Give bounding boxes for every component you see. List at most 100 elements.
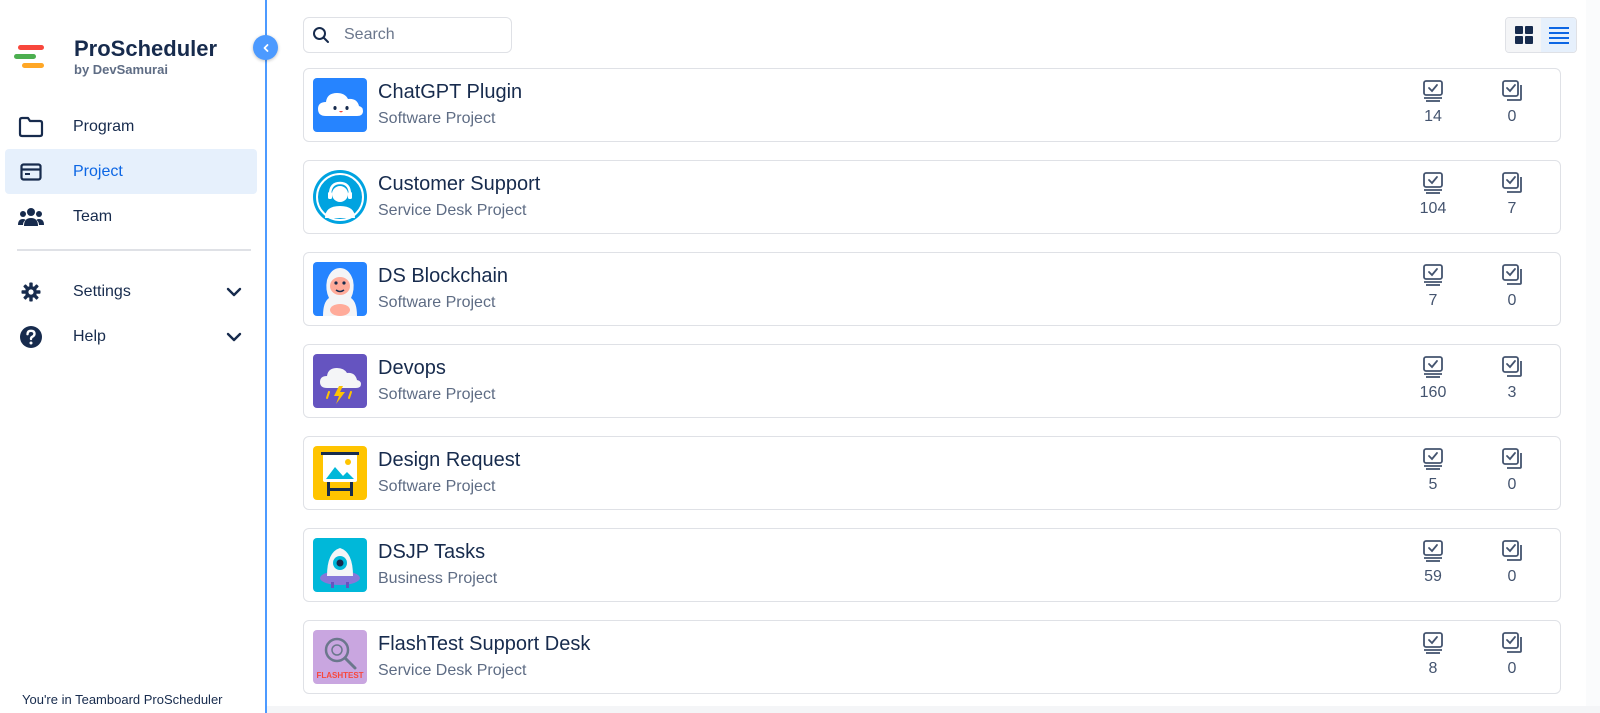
issues-icon [1423,172,1443,194]
issues-stat: 59 [1408,539,1458,587]
grid-view-icon [1514,26,1533,44]
subtasks-count: 0 [1507,476,1517,493]
issues-stat: 8 [1408,631,1458,679]
ufo-icon [313,538,367,592]
sidebar-item-label: Program [73,117,135,135]
subtasks-stat: 3 [1487,355,1537,403]
project-name[interactable]: DSJP Tasks [378,540,485,564]
horizontal-scroll-track [267,706,1600,713]
subtasks-stat: 0 [1487,539,1537,587]
subtasks-stat: 0 [1487,79,1537,127]
issues-count: 14 [1424,108,1442,125]
project-card[interactable]: Design Request Software Project 5 0 [303,436,1561,510]
subtasks-icon [1502,356,1522,377]
issues-count: 59 [1424,568,1442,585]
scrollbar[interactable] [1586,0,1600,713]
project-card[interactable]: DS Blockchain Software Project 7 0 [303,252,1561,326]
headset-agent-icon [313,170,367,224]
proscheduler-logo-icon [14,43,46,71]
issues-stat: 5 [1408,447,1458,495]
project-name[interactable]: DS Blockchain [378,264,508,288]
project-card[interactable]: ChatGPT Plugin Software Project 14 0 [303,68,1561,142]
subtasks-count: 0 [1507,108,1517,125]
sidebar-item-label: Team [73,207,113,225]
project-type: Software Project [378,110,496,127]
gear-icon [17,278,45,306]
issues-icon [1423,448,1443,470]
issues-icon [1423,356,1443,378]
subtasks-count: 0 [1507,292,1517,309]
subtasks-icon [1502,264,1522,285]
issues-count: 8 [1428,660,1438,677]
grid-view-button[interactable] [1506,18,1541,52]
project-card[interactable]: FLASHTEST FlashTest Support Desk Service… [303,620,1561,694]
sidebar-resize-handle[interactable] [265,0,267,713]
search-box[interactable] [303,17,512,53]
sidebar-nav: Program Project Team Settings Help [5,104,257,359]
sidebar-footer: You're in Teamboard ProScheduler [22,692,223,707]
svg-text:FLASHTEST: FLASHTEST [316,671,363,680]
issues-icon [1423,632,1443,654]
subtasks-icon [1502,80,1522,101]
project-name[interactable]: Devops [378,356,446,380]
chevron-down-icon[interactable] [225,283,243,301]
project-type: Business Project [378,570,498,587]
project-type: Software Project [378,294,496,311]
window-icon [17,158,45,186]
list-view-icon [1548,27,1569,44]
sidebar-item-settings[interactable]: Settings [5,269,257,314]
folder-icon [17,113,45,141]
storm-cloud-icon [313,354,367,408]
project-name[interactable]: Design Request [378,448,520,472]
flashtest-logo-icon: FLASHTEST [313,630,367,684]
issues-count: 7 [1428,292,1438,309]
issues-count: 160 [1419,384,1447,401]
subtasks-stat: 7 [1487,171,1537,219]
sidebar-item-program[interactable]: Program [5,104,257,149]
chevron-down-icon[interactable] [225,328,243,346]
sidebar: ProScheduler by DevSamurai Program Proje… [0,0,266,713]
project-type: Software Project [378,478,496,495]
cloud-icon [313,78,367,132]
people-icon [17,203,45,231]
subtasks-icon [1502,172,1522,193]
project-type: Service Desk Project [378,202,527,219]
project-card[interactable]: DSJP Tasks Business Project 59 0 [303,528,1561,602]
project-name[interactable]: FlashTest Support Desk [378,632,590,656]
sidebar-item-label: Settings [73,282,131,300]
subtasks-icon [1502,632,1522,653]
sidebar-item-project[interactable]: Project [5,149,257,194]
issues-icon [1423,540,1443,562]
project-card[interactable]: Devops Software Project 160 3 [303,344,1561,418]
subtasks-count: 0 [1507,660,1517,677]
list-view-button[interactable] [1541,18,1576,52]
sidebar-item-team[interactable]: Team [5,194,257,239]
sidebar-item-help[interactable]: Help [5,314,257,359]
search-input[interactable] [344,26,494,44]
search-icon [313,27,329,43]
help-circle-icon [17,323,45,351]
project-name[interactable]: ChatGPT Plugin [378,80,522,104]
issues-stat: 104 [1408,171,1458,219]
sidebar-item-label: Project [73,162,123,180]
issues-icon [1423,264,1443,286]
app-title: ProScheduler [74,36,218,61]
sidebar-item-label: Help [73,327,106,345]
easel-icon [313,446,367,500]
app-subtitle: by DevSamurai [74,62,168,77]
view-toggle [1505,17,1577,53]
project-card[interactable]: Customer Support Service Desk Project 10… [303,160,1561,234]
issues-icon [1423,80,1443,102]
nav-divider [17,249,251,251]
chevron-left-icon [263,43,268,52]
collapse-sidebar-button[interactable] [253,35,278,60]
project-name[interactable]: Customer Support [378,172,540,196]
subtasks-count: 3 [1507,384,1517,401]
issues-count: 5 [1428,476,1438,493]
issues-stat: 7 [1408,263,1458,311]
subtasks-count: 7 [1507,200,1517,217]
yeti-icon [313,262,367,316]
brand[interactable]: ProScheduler by DevSamurai [14,36,217,78]
issues-stat: 160 [1408,355,1458,403]
subtasks-stat: 0 [1487,631,1537,679]
